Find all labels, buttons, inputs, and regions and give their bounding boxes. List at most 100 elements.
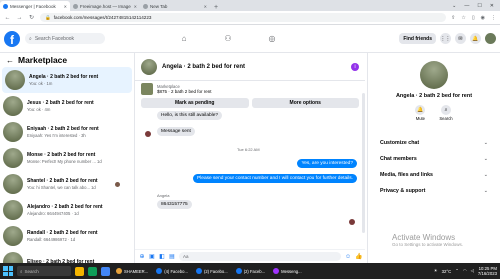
conversation-snippet: Monse: Perfect! My phone number ... 1d: [27, 159, 102, 164]
conversation-snippet: You: ok · 1m: [29, 81, 53, 86]
listing-thumbnail: [3, 200, 23, 220]
chevron-down-icon: ⌄: [483, 140, 488, 146]
share-icon[interactable]: ⇪: [451, 15, 455, 21]
search-placeholder: Search Facebook: [34, 35, 75, 42]
mute-label: Mute: [415, 116, 426, 121]
home-icon[interactable]: ⌂: [180, 35, 188, 43]
groups-icon[interactable]: ◎: [268, 35, 276, 43]
store-icon[interactable]: [101, 266, 110, 276]
conversation-snippet: Randall: 6644986972 · 1d: [27, 237, 76, 242]
close-tab-icon[interactable]: ✕: [204, 4, 207, 9]
seen-avatar: [115, 182, 120, 187]
emoji-icon[interactable]: ☺: [345, 254, 351, 260]
conversation-item[interactable]: Alejandro · 2 bath 2 bed for rent Alejand…: [0, 197, 134, 223]
marketplace-conversation-list: ← Marketplace Angela · 2 bath 2 bed for …: [0, 53, 135, 272]
taskbar-task[interactable]: (4) Facebo...: [154, 266, 190, 277]
chevron-up-icon[interactable]: ⌃: [455, 268, 459, 274]
taskbar-search-input[interactable]: ⌕ Search: [17, 266, 71, 276]
facebook-search-input[interactable]: ⌕ Search Facebook: [25, 33, 105, 44]
lock-icon: 🔒: [45, 14, 51, 20]
conversation-name: Monse · 2 bath 2 bed for rent: [27, 152, 96, 158]
back-arrow-icon[interactable]: ←: [6, 56, 14, 65]
chat-members-section[interactable]: Chat members ⌄: [368, 151, 500, 167]
back-icon[interactable]: ←: [4, 15, 11, 21]
plus-circle-icon[interactable]: ⊕: [139, 253, 145, 260]
chrome-icon[interactable]: [88, 266, 97, 276]
minimize-icon[interactable]: —: [464, 3, 469, 9]
more-options-button[interactable]: More options: [251, 98, 359, 108]
reload-icon[interactable]: ↻: [28, 14, 35, 21]
friends-icon[interactable]: ⚇: [224, 35, 232, 43]
close-tab-icon[interactable]: ✕: [134, 4, 137, 9]
listing-thumbnail: [3, 226, 23, 246]
listing-thumbnail: [3, 174, 23, 194]
browser-tab-messenger[interactable]: Messenger | Facebook ✕: [0, 1, 70, 11]
mark-as-pending-button[interactable]: Mark as pending: [141, 98, 249, 108]
conversation-item[interactable]: Eniyaah · 2 bath 2 bed for rent Eniyaah: …: [0, 119, 134, 145]
volume-icon[interactable]: ◁: [471, 268, 474, 274]
conversation-snippet: You: ok · 4m: [27, 107, 51, 112]
conversation-item[interactable]: Monse · 2 bath 2 bed for rent Monse: Perf…: [0, 145, 134, 171]
maximize-icon[interactable]: ☐: [477, 3, 481, 9]
chevron-down-icon: ⌄: [483, 188, 488, 194]
search-icon: ⌕: [441, 105, 451, 115]
search-conversation-button[interactable]: ⌕ Search: [439, 105, 453, 121]
info-listing-thumbnail: [420, 61, 448, 89]
forward-icon[interactable]: →: [16, 15, 23, 21]
privacy-support-section[interactable]: Privacy & support ⌄: [368, 183, 500, 199]
messenger-icon[interactable]: ✉: [455, 33, 466, 44]
taskbar-task[interactable]: Messeng...: [271, 266, 303, 277]
chat-title[interactable]: Angela · 2 bath 2 bed for rent: [162, 64, 346, 70]
conversation-item[interactable]: Jesus · 2 bath 2 bed for rent You: ok · 4…: [0, 93, 134, 119]
taskbar-task[interactable]: SHAMEER...: [114, 266, 150, 277]
conversation-item[interactable]: Angela · 2 bath 2 bed for rent You: ok · …: [2, 67, 132, 93]
facebook-header: f ⌕ Search Facebook ⌂ ⚇ ◎ Find friends ⋮…: [0, 25, 500, 53]
message-input[interactable]: Aa: [179, 252, 341, 261]
menu-grid-icon[interactable]: ⋮⋮: [440, 33, 451, 44]
section-label: Privacy & support: [380, 188, 426, 194]
sidebar-icon[interactable]: ▯: [472, 15, 475, 21]
media-files-links-section[interactable]: Media, files and links ⌄: [368, 167, 500, 183]
conversation-name: Angela · 2 bath 2 bed for rent: [29, 74, 99, 80]
taskbar-task[interactable]: (2) Faceb...: [234, 266, 267, 277]
browser-tab-freeimage[interactable]: Freeimage.host — Image Hos... ✕: [70, 1, 140, 11]
find-friends-button[interactable]: Find friends: [399, 33, 436, 44]
close-window-icon[interactable]: ✕: [490, 3, 494, 9]
account-avatar[interactable]: [485, 33, 496, 44]
customize-chat-section[interactable]: Customize chat ⌄: [368, 135, 500, 151]
sticker-icon[interactable]: ◧: [159, 253, 165, 260]
windows-start-icon[interactable]: [3, 266, 13, 276]
chat-header: Angela · 2 bath 2 bed for rent i: [135, 53, 365, 81]
browser-tab-newtab[interactable]: New Tab ✕: [140, 1, 210, 11]
notifications-bell-icon[interactable]: 🔔: [470, 33, 481, 44]
conversation-item[interactable]: Randall · 2 bath 2 bed for rent Randall: …: [0, 223, 134, 249]
close-tab-icon[interactable]: ✕: [64, 4, 67, 9]
chat-scrollbar[interactable]: [362, 93, 365, 233]
new-tab-button[interactable]: +: [210, 4, 222, 11]
profile-icon[interactable]: ◉: [481, 15, 485, 21]
message-thread: Hello, is this still available? Message …: [135, 108, 365, 238]
listing-title: $875 · 2 bath 2 bed for rent: [157, 89, 212, 94]
info-icon[interactable]: i: [351, 62, 359, 71]
file-explorer-icon[interactable]: [75, 266, 84, 276]
facebook-logo[interactable]: f: [4, 30, 20, 47]
mute-button[interactable]: 🔔 Mute: [415, 105, 426, 121]
weather-icon[interactable]: ☀: [434, 268, 438, 274]
windows-taskbar: ⌕ Search SHAMEER... (4) Facebo... (2) Fa…: [0, 263, 500, 279]
gif-icon[interactable]: ▤: [169, 253, 175, 260]
tab-search-icon[interactable]: ⌄: [452, 3, 456, 9]
wifi-icon[interactable]: ◠: [463, 268, 467, 274]
image-icon[interactable]: ▣: [149, 253, 155, 260]
taskbar-task[interactable]: (2) Facebo...: [194, 266, 230, 277]
bookmark-star-icon[interactable]: ☆: [461, 15, 465, 21]
chat-listing-thumbnail[interactable]: [141, 58, 157, 75]
conversation-item[interactable]: Shantel · 2 bath 2 bed for rent You: hi S…: [0, 171, 134, 197]
center-navigation: ⌂ ⚇ ◎: [180, 25, 276, 53]
message-bubble-outgoing: Yes, are you interested?: [297, 159, 357, 168]
menu-kebab-icon[interactable]: ⋮: [491, 15, 496, 21]
listing-card[interactable]: Marketplace $875 · 2 bath 2 bed for rent: [135, 81, 365, 97]
sender-label: Angela: [157, 193, 170, 198]
clock[interactable]: 10:25 PM 7/16/2023: [478, 266, 497, 276]
url-input[interactable]: 🔒 facebook.com/messages/t/24274815142114…: [40, 13, 447, 22]
like-thumb-icon[interactable]: 👍: [355, 253, 362, 260]
